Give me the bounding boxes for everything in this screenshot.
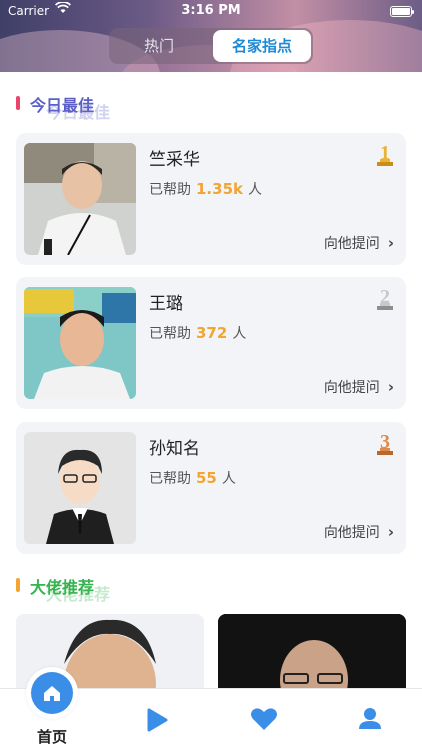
home-icon [44, 686, 60, 701]
helped-prefix: 已帮助 [149, 326, 191, 342]
segment-control: 热门 名家指点 [109, 28, 313, 64]
tab-home-button[interactable] [26, 667, 78, 719]
heart-icon [251, 708, 277, 730]
helped-suffix: 人 [232, 326, 247, 342]
svg-text:1: 1 [380, 142, 390, 164]
helped-suffix: 人 [221, 471, 236, 487]
user-icon [359, 708, 381, 729]
helped-prefix: 已帮助 [149, 471, 191, 487]
chevron-right-icon: › [387, 378, 394, 396]
ask-him-button[interactable]: 向他提问 › [324, 233, 394, 253]
ask-label: 向他提问 [323, 525, 380, 541]
expert-name: 竺采华 [149, 150, 200, 170]
header: Carrier 3:16 PM 热门 名家指点 [0, 0, 422, 72]
expert-photo [24, 287, 136, 399]
tab-bar: 首页 [0, 667, 422, 750]
helped-number: 1.35k [196, 180, 243, 198]
expert-card[interactable]: 竺采华 已帮助 1.35k 人 1 向他提问 › [16, 133, 406, 265]
rank-silver-icon: 2 [377, 286, 393, 310]
expert-photo [24, 143, 136, 255]
ask-label: 向他提问 [323, 380, 380, 396]
expert-name: 孙知名 [149, 439, 200, 459]
tab-home-label[interactable]: 首页 [22, 726, 82, 747]
helped-count: 已帮助 372 人 [149, 323, 246, 343]
helped-count: 已帮助 1.35k 人 [149, 179, 262, 199]
tab-profile[interactable] [340, 689, 400, 750]
tab-play[interactable] [128, 689, 188, 750]
expert-card[interactable]: 孙知名 已帮助 55 人 3 向他提问 › [16, 422, 406, 554]
section-accent-bar [16, 96, 20, 110]
recommend-card[interactable] [218, 614, 406, 694]
battery-icon [390, 6, 414, 17]
expert-photo [24, 432, 136, 544]
svg-text:2: 2 [380, 286, 390, 308]
chevron-right-icon: › [387, 234, 394, 252]
section-accent-bar [16, 578, 20, 592]
helped-count: 已帮助 55 人 [149, 468, 236, 488]
rank-gold-icon: 1 [377, 142, 393, 166]
helped-number: 372 [196, 324, 228, 342]
expert-card[interactable]: 王璐 已帮助 372 人 2 向他提问 › [16, 277, 406, 409]
tab-experts[interactable]: 名家指点 [213, 30, 311, 62]
tab-hot[interactable]: 热门 [109, 28, 209, 64]
chevron-right-icon: › [387, 523, 394, 541]
section-title: 大佬推荐 [30, 578, 95, 597]
svg-text:3: 3 [380, 431, 390, 453]
status-bar: Carrier 3:16 PM [0, 1, 422, 20]
expert-name: 王璐 [149, 294, 183, 314]
recommend-photo [218, 614, 406, 694]
section-title: 今日最佳 [30, 96, 95, 115]
helped-suffix: 人 [248, 182, 262, 198]
status-time: 3:16 PM [181, 3, 241, 18]
ask-him-button[interactable]: 向他提问 › [324, 522, 394, 542]
tab-favorites[interactable] [234, 689, 294, 750]
helped-prefix: 已帮助 [149, 182, 191, 198]
rank-bronze-icon: 3 [377, 431, 393, 455]
ask-label: 向他提问 [323, 236, 380, 252]
helped-number: 55 [196, 469, 217, 487]
ask-him-button[interactable]: 向他提问 › [324, 377, 394, 397]
play-icon [147, 708, 168, 732]
